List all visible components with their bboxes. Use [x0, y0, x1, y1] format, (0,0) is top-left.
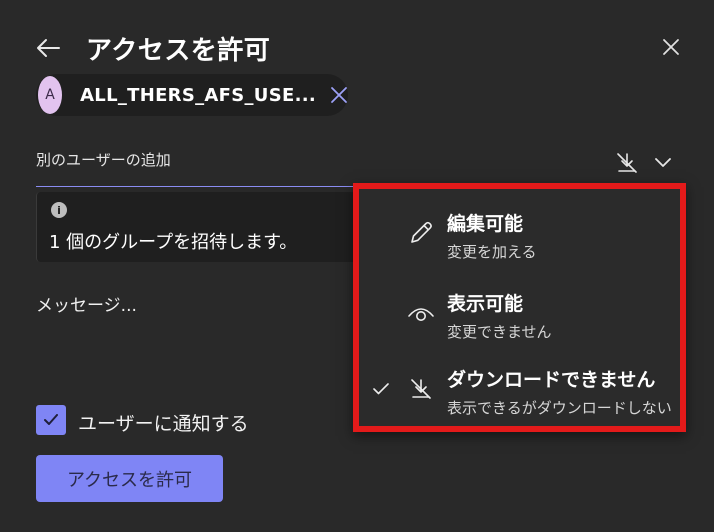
- close-icon: [663, 39, 679, 55]
- add-users-input-underline[interactable]: [36, 186, 356, 187]
- menu-item-label: ダウンロードできません: [447, 369, 656, 391]
- checkmark-icon: [371, 379, 391, 399]
- menu-item-description: 変更を加える: [447, 243, 537, 261]
- permission-icon-button[interactable]: [614, 150, 640, 176]
- close-icon: [331, 87, 347, 103]
- info-text: 1 個のグループを招待します。: [49, 232, 298, 253]
- avatar: A: [38, 76, 63, 114]
- pencil-icon: [407, 219, 435, 247]
- back-button[interactable]: [34, 34, 62, 62]
- menu-item-cannot-download[interactable]: ダウンロードできません 表示できるがダウンロードしない: [359, 361, 680, 431]
- info-box: i 1 個のグループを招待します。: [36, 192, 356, 262]
- menu-item-can-edit[interactable]: 編集可能 変更を加える: [359, 205, 680, 275]
- message-input[interactable]: メッセージ...: [36, 291, 137, 316]
- menu-item-description: 変更できません: [447, 323, 552, 341]
- dialog-title: アクセスを許可: [86, 36, 271, 66]
- menu-item-can-view[interactable]: 表示可能 変更できません: [359, 285, 680, 355]
- checkmark-icon: [44, 414, 58, 425]
- no-download-icon: [617, 153, 637, 173]
- menu-item-label: 表示可能: [447, 293, 524, 315]
- menu-item-label: 編集可能: [447, 213, 524, 235]
- arrow-left-icon: [37, 39, 60, 57]
- menu-item-description: 表示できるがダウンロードしない: [447, 399, 672, 417]
- eye-icon: [407, 299, 435, 327]
- permission-menu: 編集可能 変更を加える 表示可能 変更できません ダウンロードできません 表示で: [353, 183, 686, 432]
- grant-access-button[interactable]: アクセスを許可: [36, 455, 223, 502]
- recipient-name: ALL_THERS_AFS_USE...: [80, 84, 316, 106]
- close-button[interactable]: [658, 34, 684, 60]
- permission-dropdown-toggle[interactable]: [652, 152, 674, 174]
- no-download-icon: [407, 375, 435, 403]
- notify-checkbox[interactable]: [36, 405, 66, 435]
- add-users-label: 別のユーザーの追加: [36, 151, 171, 169]
- chevron-down-icon: [655, 158, 671, 167]
- notify-label: ユーザーに通知する: [78, 413, 249, 435]
- recipient-chip: A ALL_THERS_AFS_USE...: [36, 74, 348, 116]
- info-icon: i: [51, 202, 67, 218]
- remove-recipient-button[interactable]: [330, 84, 348, 106]
